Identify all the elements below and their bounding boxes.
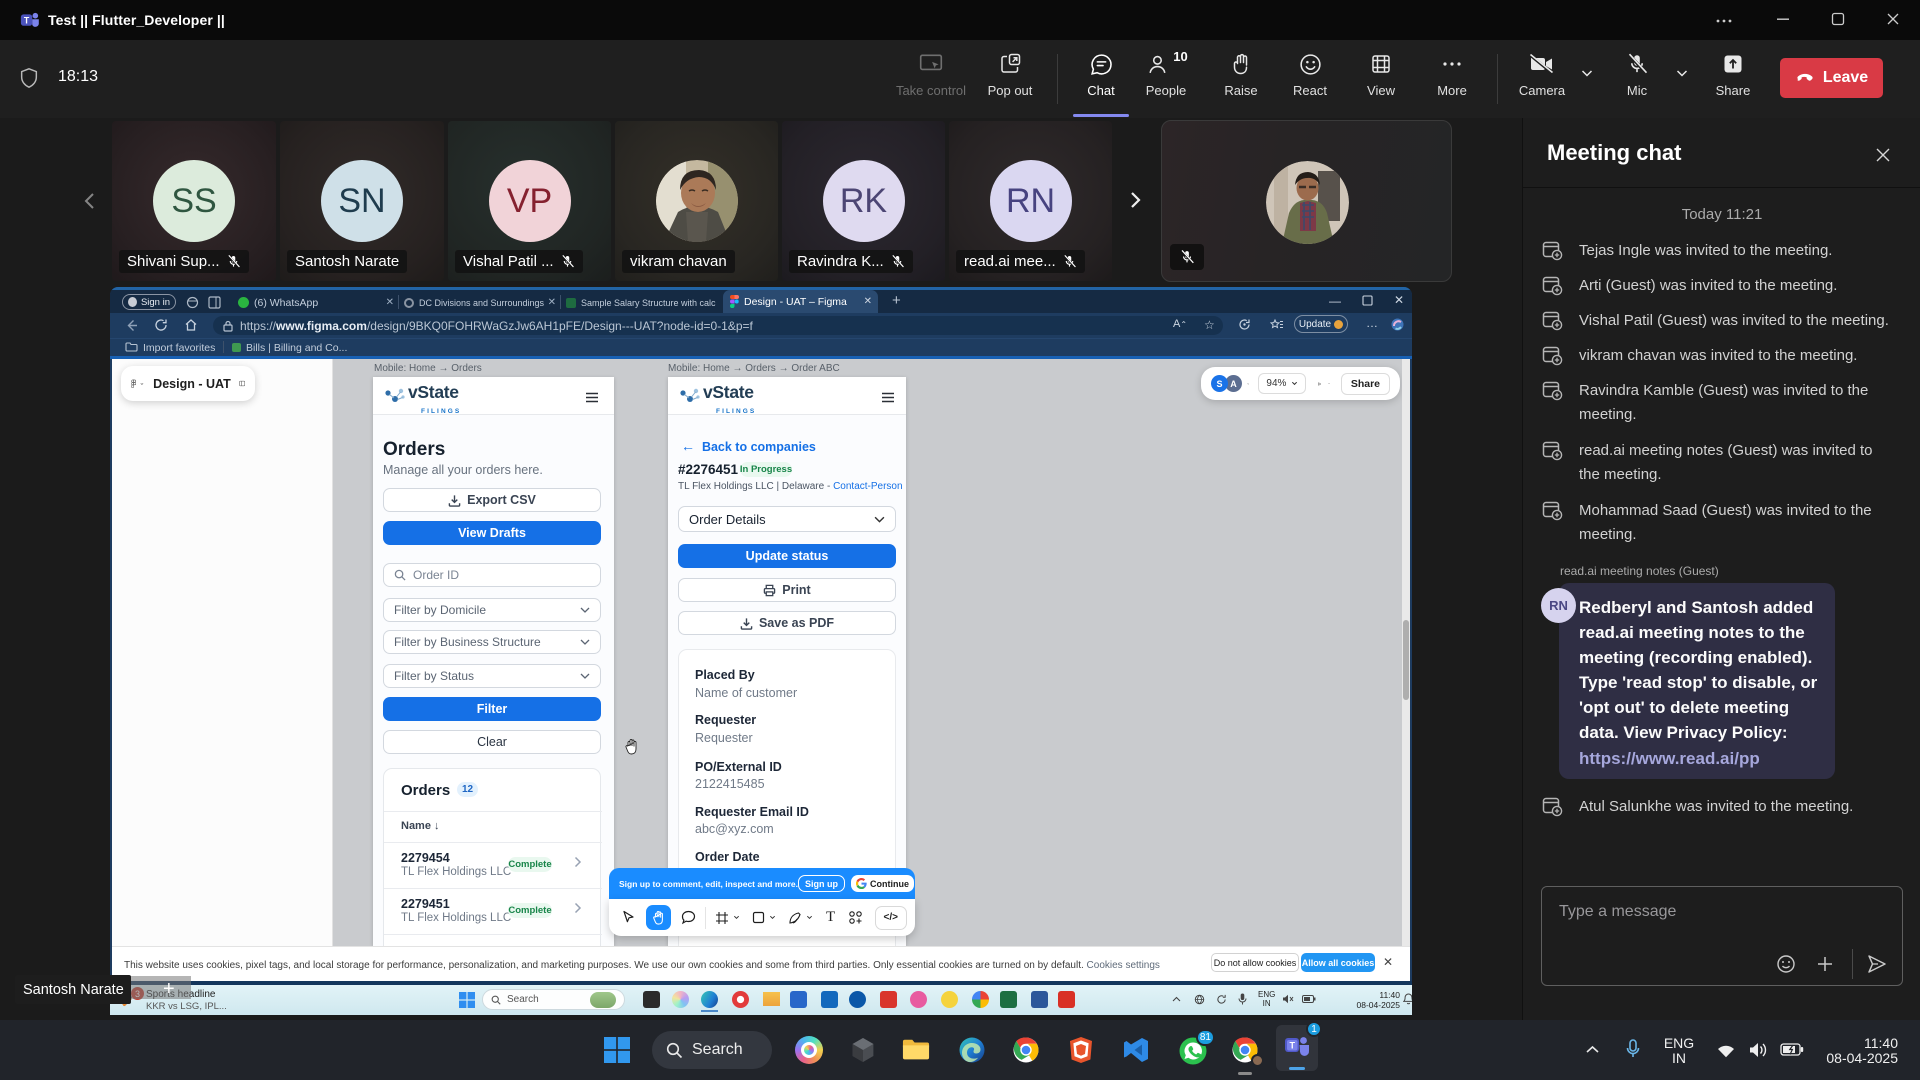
svg-text:T: T	[24, 16, 30, 26]
svg-text:T: T	[1289, 1041, 1295, 1051]
